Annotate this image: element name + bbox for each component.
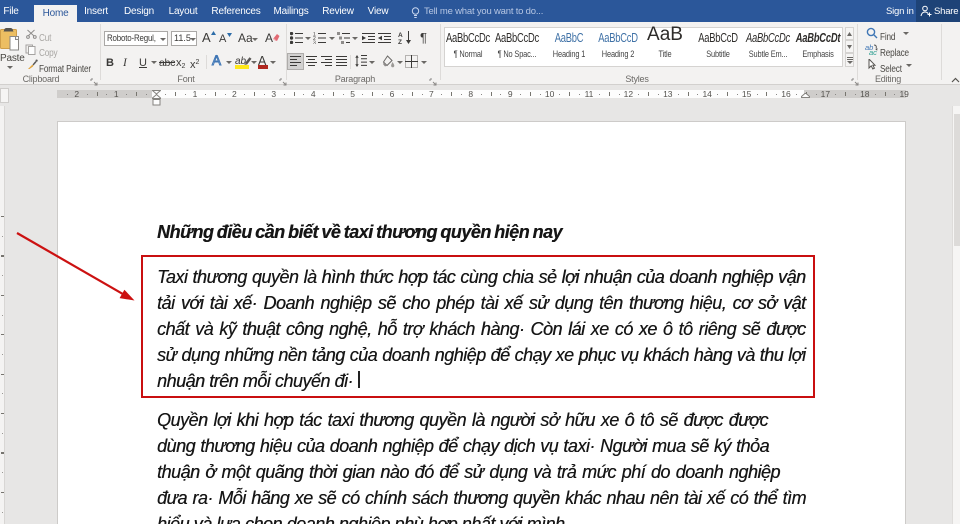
svg-text:A: A [398, 32, 403, 39]
svg-text:3: 3 [313, 41, 316, 45]
svg-text:ac: ac [869, 48, 877, 55]
svg-text:Z: Z [398, 39, 402, 44]
